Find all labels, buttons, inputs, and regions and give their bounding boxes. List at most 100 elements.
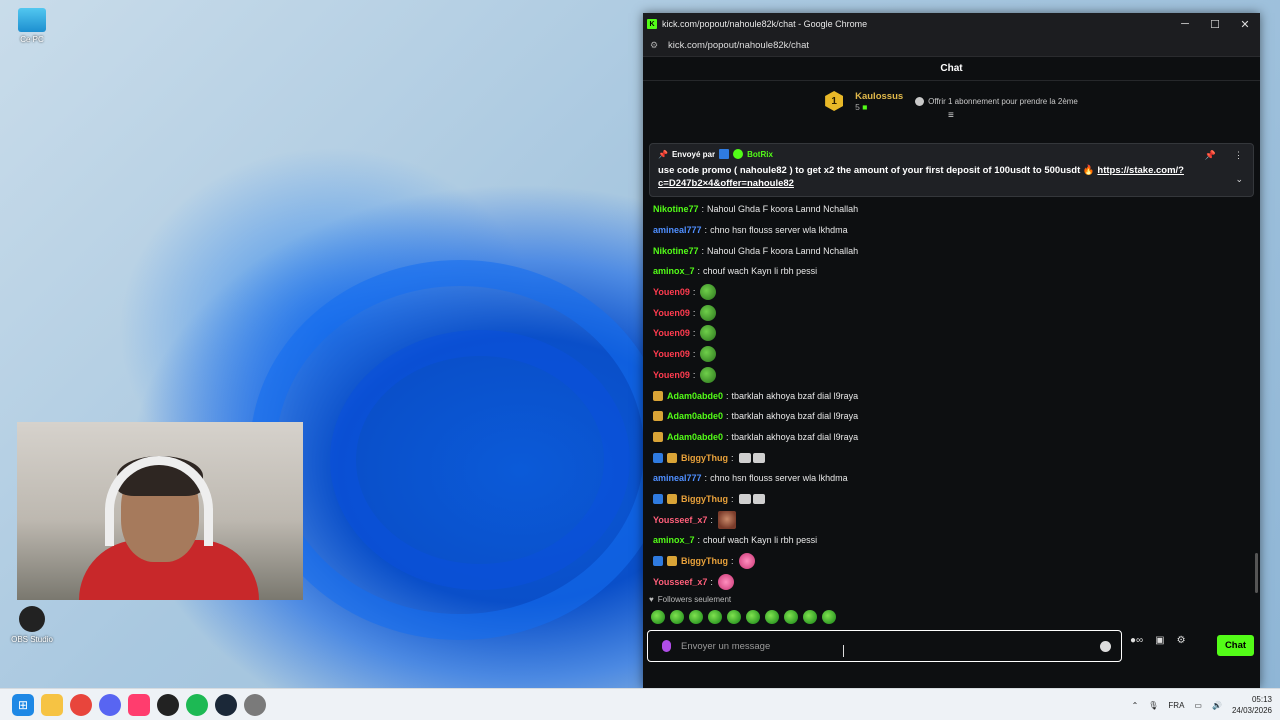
gift-offer-icon (915, 96, 925, 106)
chat-username[interactable]: Nikotine77 (653, 204, 699, 214)
top-gifter-banner[interactable]: 1 Kaulossus 5 ■ Offrir 1 abonnement pour… (643, 81, 1260, 121)
pinned-sent-by-label: Envoyé par (671, 149, 716, 159)
webcam-overlay (17, 422, 303, 600)
emote-icon[interactable] (651, 610, 665, 624)
chat-header: Chat (643, 57, 1260, 81)
minimize-button[interactable]: ─ (1170, 18, 1200, 31)
chat-emote (738, 452, 751, 463)
maximize-button[interactable]: ☐ (1200, 18, 1230, 31)
chat-username[interactable]: Youen09 (653, 287, 690, 297)
chat-username[interactable]: Youen09 (653, 328, 690, 338)
clock[interactable]: 05:13 24/03/2026 (1232, 694, 1272, 716)
gifter-name[interactable]: Kaulossus (855, 91, 903, 102)
chat-username[interactable]: Adam0abde0 (667, 432, 723, 442)
chat-username[interactable]: amineal777 (653, 225, 702, 235)
chat-username[interactable]: Youen09 (653, 349, 690, 359)
language-indicator[interactable]: FRA (1168, 701, 1184, 710)
chat-message: Yousseef_x7: (653, 509, 1243, 530)
bot-badge-icon (719, 149, 730, 159)
discord-icon[interactable] (99, 693, 121, 716)
points-icon[interactable]: ●∞ (1130, 635, 1143, 646)
chat-input-box[interactable] (647, 630, 1122, 662)
chat-username[interactable]: BiggyThug (681, 453, 728, 463)
site-settings-icon[interactable]: ⚙ (650, 40, 662, 51)
chat-username[interactable]: BiggyThug (681, 494, 728, 504)
send-chat-button[interactable]: Chat (1217, 635, 1254, 656)
chat-message-text: Nahoul Ghda F koora Lannd Nchallah (707, 245, 859, 256)
chat-message-text: tbarklah akhoya bzaf dial l9raya (731, 390, 859, 401)
microphone-icon[interactable] (662, 640, 671, 652)
chat-emote (700, 325, 717, 342)
sub-badge-icon (653, 493, 663, 504)
chevron-up-icon[interactable]: ⌃ (1132, 701, 1139, 710)
volume-icon[interactable]: 🔊 (1212, 701, 1222, 710)
emote-icon[interactable] (689, 610, 703, 624)
chat-username[interactable]: BiggyThug (681, 556, 728, 566)
username-separator: : (692, 369, 696, 380)
chat-username[interactable]: Yousseef_x7 (653, 577, 707, 587)
message-input[interactable] (681, 640, 1100, 652)
chrome-popup-window: K kick.com/popout/nahoule82k/chat - Goog… (643, 13, 1260, 688)
address-bar[interactable]: ⚙ kick.com/popout/nahoule82k/chat (643, 35, 1260, 57)
emote-icon[interactable] (670, 610, 684, 624)
close-button[interactable]: ✕ (1230, 18, 1260, 31)
emote-icon[interactable] (803, 610, 817, 624)
sub-badge-icon (653, 556, 663, 567)
username-separator: : (710, 514, 713, 525)
chat-username[interactable]: amineal777 (653, 473, 702, 483)
clock-date: 24/03/2026 (1231, 706, 1272, 715)
gifter-badge-icon (667, 452, 677, 463)
emote-icon[interactable] (708, 610, 722, 624)
desktop-icon-obs[interactable]: OBS Studio (2, 606, 62, 644)
username-separator: : (731, 452, 734, 463)
chat-username[interactable]: aminox_7 (653, 535, 695, 545)
unpin-icon[interactable]: 📌 (1205, 150, 1216, 161)
chat-scrollbar[interactable] (1255, 553, 1258, 593)
window-title: kick.com/popout/nahoule82k/chat - Google… (662, 19, 868, 29)
chat-username[interactable]: Adam0abde0 (667, 411, 723, 421)
emote-icon[interactable] (746, 610, 760, 624)
settings-gear-icon[interactable]: ⚙ (1177, 635, 1186, 646)
pinned-text: use code promo ( nahoule82 ) to get x2 t… (658, 165, 1095, 176)
emote-icon[interactable] (784, 610, 798, 624)
settings-icon[interactable] (244, 693, 266, 716)
pinned-author[interactable]: BotRix (747, 150, 773, 159)
chat-username[interactable]: Youen09 (653, 370, 690, 380)
chat-emote (738, 493, 751, 504)
network-icon[interactable]: ▭ (1194, 701, 1202, 710)
emoji-picker-icon[interactable] (1100, 640, 1111, 652)
store-icon[interactable]: ▣ (1155, 635, 1164, 646)
file-explorer-icon[interactable] (41, 693, 63, 716)
chat-message: aminox_7: chouf wach Kayn li rbh pessi (653, 261, 1243, 282)
clock-time: 05:13 (1251, 695, 1272, 704)
chrome-icon[interactable] (70, 693, 92, 716)
desktop-icon-this-pc[interactable]: Ce PC (2, 8, 62, 44)
gift-icon: ■ (862, 101, 868, 112)
steam-icon[interactable] (215, 693, 237, 716)
chat-message: Youen09: (653, 365, 1243, 386)
emote-icon[interactable] (822, 610, 836, 624)
chat-username[interactable]: Adam0abde0 (667, 391, 723, 401)
chat-username[interactable]: Youen09 (653, 308, 690, 318)
chat-username[interactable]: aminox_7 (653, 266, 695, 276)
emote-icon[interactable] (727, 610, 741, 624)
gift-sub-offer[interactable]: Offrir 1 abonnement pour prendre la 2ème (915, 96, 1078, 106)
mic-tray-icon[interactable]: 🎙 (1148, 701, 1158, 710)
chat-username[interactable]: Yousseef_x7 (653, 515, 707, 525)
collapse-icon[interactable]: ≡ (948, 110, 954, 121)
obs-taskbar-icon[interactable] (157, 693, 179, 716)
expand-chevron-icon[interactable]: ⌄ (1235, 174, 1243, 185)
spotify-icon[interactable] (186, 693, 208, 716)
url-text[interactable]: kick.com/popout/nahoule82k/chat (668, 40, 809, 51)
capcut-icon[interactable] (128, 693, 150, 716)
emote-icon[interactable] (765, 610, 779, 624)
gifter-badge-icon (667, 556, 677, 567)
chat-emote (700, 346, 717, 363)
windows-start-icon[interactable]: ⊞ (12, 693, 34, 716)
more-options-icon[interactable]: ⋮ (1234, 150, 1243, 161)
gifter-badge-icon (653, 431, 663, 442)
chat-message: Youen09: (653, 302, 1243, 323)
window-titlebar[interactable]: K kick.com/popout/nahoule82k/chat - Goog… (643, 13, 1260, 35)
chat-username[interactable]: Nikotine77 (653, 246, 699, 256)
chat-message: BiggyThug: (653, 489, 1243, 510)
